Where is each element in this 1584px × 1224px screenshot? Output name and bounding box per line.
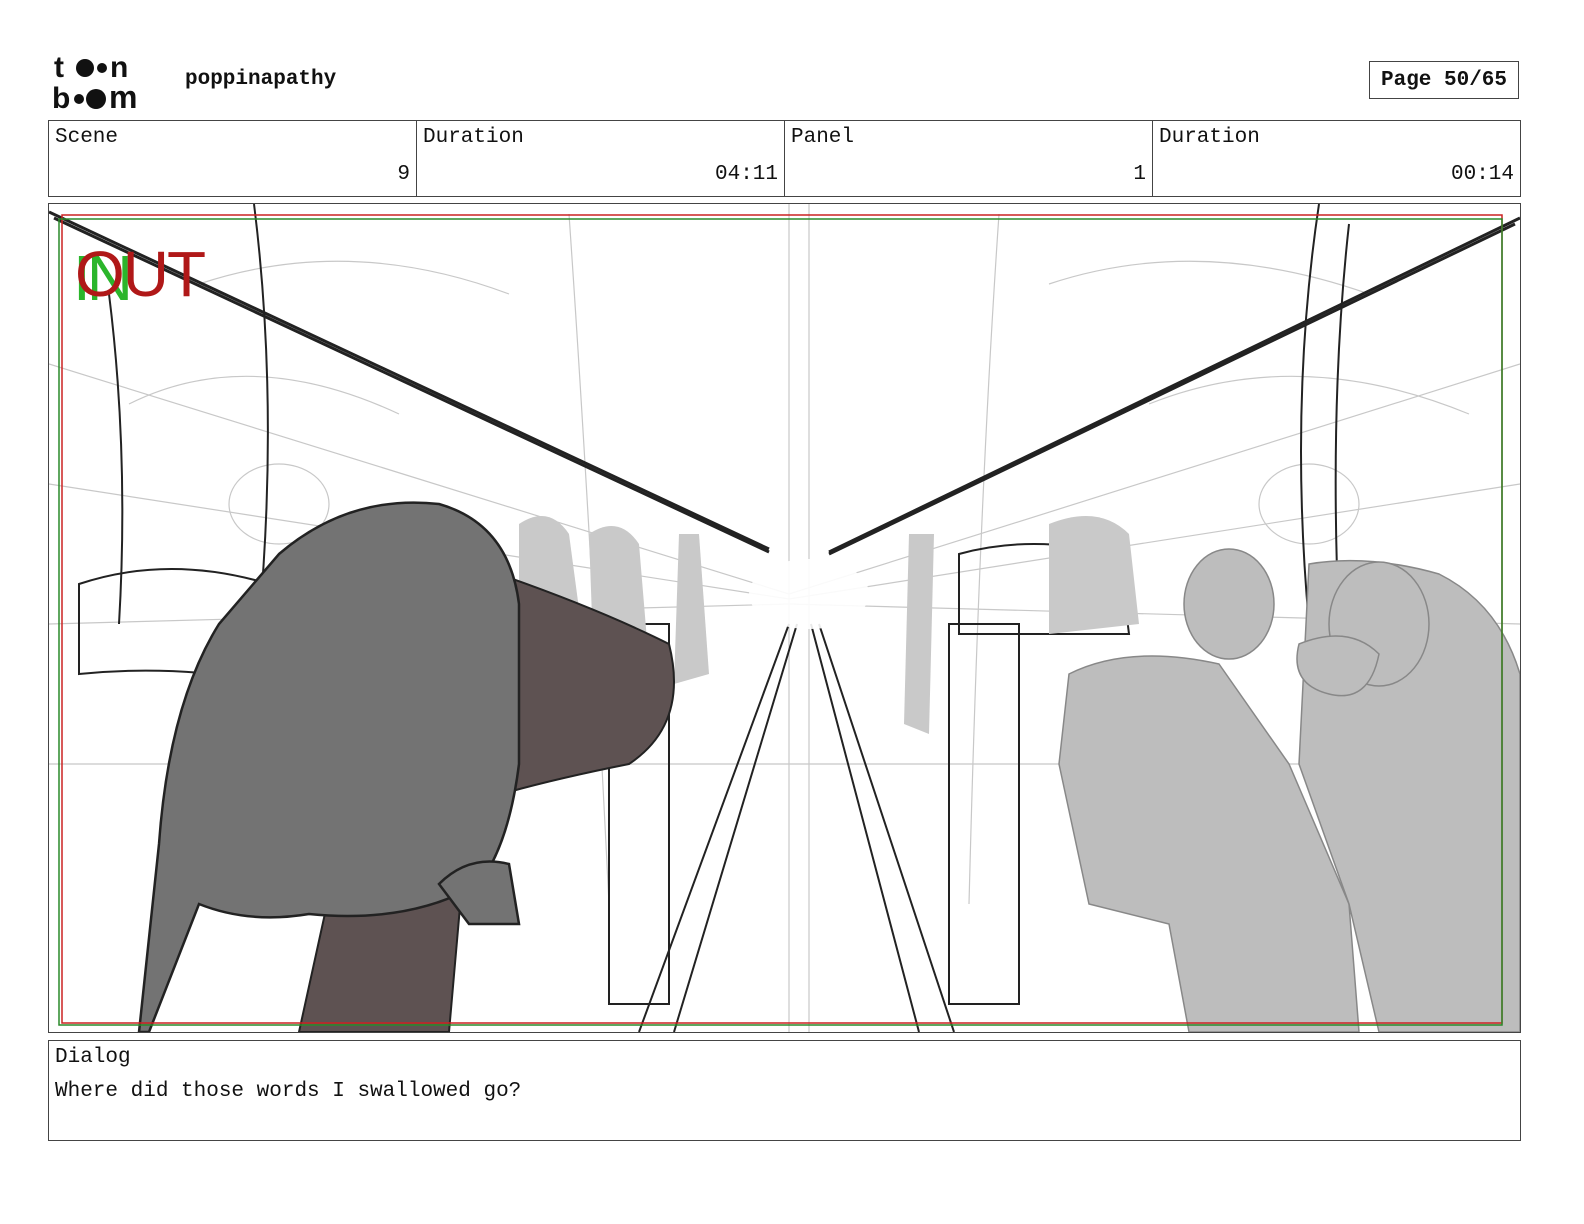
toon-boom-logo: t n b m bbox=[52, 51, 162, 115]
scene-cell: Scene 9 bbox=[49, 121, 417, 196]
panel-duration-label: Duration bbox=[1159, 126, 1260, 149]
panel-sketch bbox=[49, 204, 1520, 1032]
scene-duration-label: Duration bbox=[423, 126, 524, 149]
page-indicator: Page 50/65 bbox=[1369, 61, 1519, 99]
storyboard-panel: IN OUT bbox=[48, 203, 1521, 1033]
scene-info-row: Scene 9 Duration 04:11 Panel 1 Duration … bbox=[48, 120, 1521, 197]
scene-label: Scene bbox=[55, 126, 119, 149]
panel-duration-value: 00:14 bbox=[1450, 163, 1514, 186]
panel-duration-cell: Duration 00:14 bbox=[1153, 121, 1520, 196]
svg-text:m: m bbox=[109, 79, 137, 112]
panel-value: 1 bbox=[1133, 163, 1146, 186]
svg-text:b: b bbox=[52, 82, 70, 112]
project-title: poppinapathy bbox=[185, 68, 337, 91]
dialog-box: Dialog Where did those words I swallowed… bbox=[48, 1040, 1521, 1141]
scene-value: 9 bbox=[397, 163, 410, 186]
scene-duration-value: 04:11 bbox=[714, 163, 778, 186]
dialog-text: Where did those words I swallowed go? bbox=[55, 1080, 522, 1103]
panel-cell: Panel 1 bbox=[785, 121, 1153, 196]
scene-duration-cell: Duration 04:11 bbox=[417, 121, 785, 196]
panel-label: Panel bbox=[791, 126, 855, 149]
svg-text:t: t bbox=[54, 52, 64, 84]
out-marker: OUT bbox=[75, 238, 206, 310]
dialog-label: Dialog bbox=[55, 1046, 131, 1069]
